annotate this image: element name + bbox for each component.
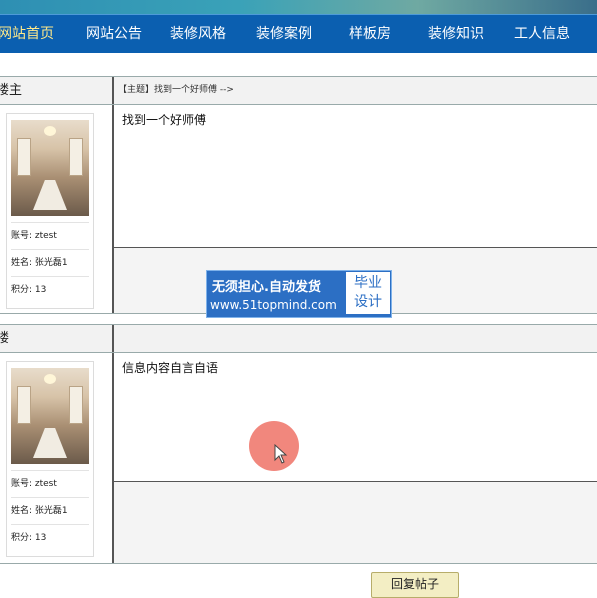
floor-label: 楼 xyxy=(0,331,10,346)
watermark-url: www.51topmind.com xyxy=(210,298,337,312)
banner-image xyxy=(0,0,597,14)
post-header: 楼主 【主题】找到一个好师傅 --> xyxy=(0,77,597,105)
user-card: 账号: ztest 姓名: 张光磊1 积分: 13 xyxy=(6,361,94,557)
nav-item-showroom[interactable]: 样板房 xyxy=(349,15,391,53)
user-name: 姓名: 张光磊1 xyxy=(11,249,89,276)
user-column: 账号: ztest 姓名: 张光磊1 积分: 13 xyxy=(0,105,112,313)
nav-item-home[interactable]: 网站首页 xyxy=(0,15,54,53)
divider xyxy=(112,325,114,352)
post-subject: 【主题】找到一个好师傅 --> xyxy=(118,85,234,95)
cursor-arrow-icon xyxy=(274,444,288,464)
watermark-overlay: 无须担心.自动发货 www.51topmind.com 毕业 设计 xyxy=(206,270,392,318)
post-content: 信息内容自言自语 xyxy=(114,353,597,481)
avatar xyxy=(11,120,89,216)
user-column: 账号: ztest 姓名: 张光磊1 积分: 13 xyxy=(0,353,112,563)
user-card: 账号: ztest 姓名: 张光磊1 积分: 13 xyxy=(6,113,94,309)
post-content-text: 信息内容自言自语 xyxy=(122,361,219,375)
post-content-text: 找到一个好师傅 xyxy=(122,113,207,127)
post-header: 楼 xyxy=(0,325,597,353)
nav-item-cases[interactable]: 装修案例 xyxy=(256,15,312,53)
nav-item-styles[interactable]: 装修风格 xyxy=(170,15,226,53)
user-account: 账号: ztest xyxy=(11,222,89,249)
watermark-badge: 毕业 设计 xyxy=(346,272,390,314)
nav-item-knowledge[interactable]: 装修知识 xyxy=(428,15,484,53)
watermark-badge-bottom: 设计 xyxy=(354,294,382,310)
reply-post-button[interactable]: 回复帖子 xyxy=(371,572,459,598)
post-content: 找到一个好师傅 xyxy=(114,105,597,247)
avatar xyxy=(11,368,89,464)
divider xyxy=(112,77,114,104)
nav-item-announcements[interactable]: 网站公告 xyxy=(86,15,142,53)
nav-item-workers[interactable]: 工人信息 xyxy=(514,15,570,53)
user-points: 积分: 13 xyxy=(11,276,89,303)
user-name: 姓名: 张光磊1 xyxy=(11,497,89,524)
post-signature-area xyxy=(114,482,597,563)
watermark-badge-top: 毕业 xyxy=(354,275,382,291)
main-nav: 网站首页 网站公告 装修风格 装修案例 样板房 装修知识 工人信息 xyxy=(0,14,597,53)
watermark-slogan: 无须担心.自动发货 xyxy=(212,280,321,295)
floor-label: 楼主 xyxy=(0,83,23,98)
user-points: 积分: 13 xyxy=(11,524,89,551)
user-account: 账号: ztest xyxy=(11,470,89,497)
